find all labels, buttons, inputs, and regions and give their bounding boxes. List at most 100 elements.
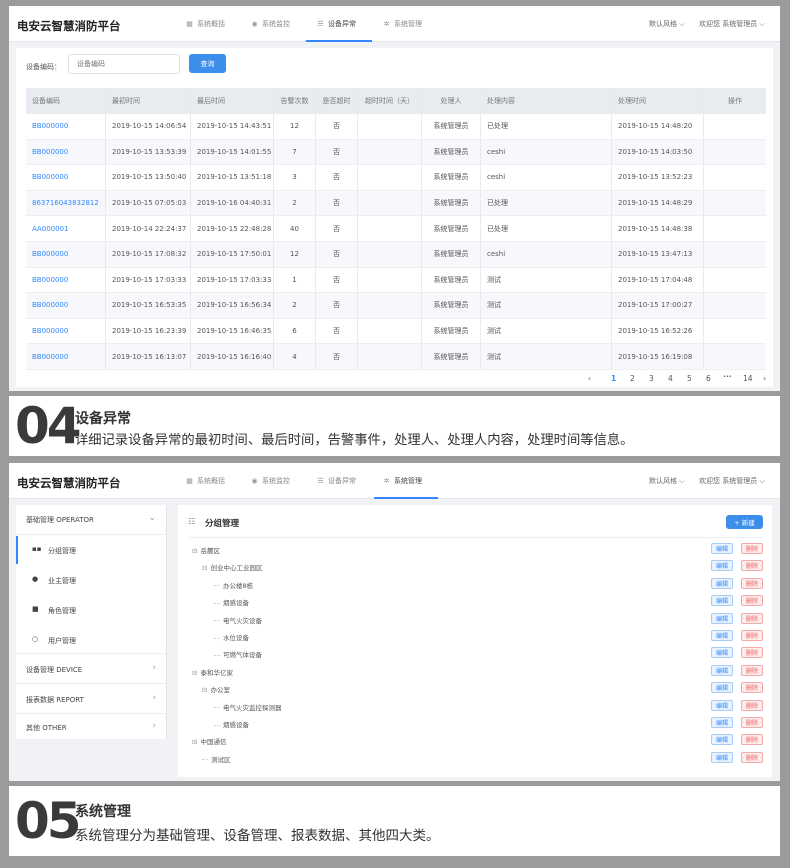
tree-node[interactable]: ⊟ 中国通信: [192, 736, 226, 746]
sidebar-group-device[interactable]: 设备管理 DEVICE ›: [16, 655, 166, 684]
edit-button[interactable]: 编辑: [711, 630, 733, 641]
device-code-link[interactable]: BB000000: [26, 165, 106, 190]
device-code-link[interactable]: BB000000: [26, 293, 106, 318]
edit-button[interactable]: 编辑: [711, 612, 733, 624]
next-page-button[interactable]: ›: [763, 374, 766, 383]
page-button[interactable]: 14: [743, 374, 753, 383]
tab-monitor[interactable]: ◉ 系统监控: [250, 476, 290, 486]
collapse-toggle-icon[interactable]: ⊟: [202, 564, 207, 572]
tab-system[interactable]: ✲ 系统管理: [382, 19, 422, 29]
tab-overview[interactable]: ▦ 系统概括: [185, 476, 225, 486]
edit-button[interactable]: 编辑: [711, 664, 733, 676]
style-dropdown[interactable]: 默认风格 ⌵: [649, 476, 685, 486]
sidebar-item-users[interactable]: ○ 用户管理: [16, 626, 166, 654]
device-code-link[interactable]: 863716043832812: [26, 190, 106, 216]
page-button[interactable]: 4: [668, 374, 673, 383]
tab-device-exception[interactable]: ☰ 设备异常: [316, 476, 356, 486]
collapse-toggle-icon[interactable]: ⊟: [192, 547, 197, 555]
delete-button[interactable]: 删除: [741, 751, 763, 763]
edit-button[interactable]: 编辑: [711, 734, 733, 746]
grid-icon: ▪▪: [32, 545, 42, 553]
tree-node[interactable]: ⊟ 岳麓区: [192, 545, 220, 555]
device-code-link[interactable]: BB000000: [26, 242, 106, 267]
column-header: 超时时间（天）: [358, 88, 422, 114]
tree-node[interactable]: ⊟ 泰和华亿家: [192, 667, 233, 677]
tree-node[interactable]: 电气火灾监控探测器: [214, 702, 282, 712]
edit-button[interactable]: 编辑: [711, 577, 733, 589]
table-cell: 2019-10-14 22:24:37: [106, 216, 191, 241]
page-button[interactable]: 3: [649, 374, 654, 383]
table-row: 863716043832812 2019-10-15 07:05:03 2019-1…: [26, 190, 766, 217]
prev-page-button[interactable]: ‹: [588, 374, 591, 383]
collapse-toggle-icon[interactable]: ⊟: [202, 686, 207, 694]
delete-button[interactable]: 删除: [741, 560, 763, 572]
delete-button[interactable]: 删除: [741, 699, 763, 711]
table-cell: 2019-10-15 16:53:35: [106, 293, 191, 318]
edit-button[interactable]: 编辑: [711, 682, 733, 694]
device-code-link[interactable]: BB000000: [26, 318, 106, 344]
tab-device-exception[interactable]: ☰ 设备异常: [316, 19, 356, 29]
page-button[interactable]: 6: [706, 374, 711, 383]
delete-button[interactable]: 删除: [741, 595, 763, 607]
collapse-toggle-icon[interactable]: ⊟: [192, 669, 197, 677]
page-button[interactable]: 2: [630, 374, 635, 383]
page-button[interactable]: 1: [611, 374, 616, 383]
tree-node[interactable]: 办公楼8栋: [214, 580, 253, 590]
edit-button[interactable]: 编辑: [711, 647, 733, 659]
tree-node[interactable]: 水位设备: [214, 632, 249, 642]
table-cell: 2019-10-15 17:04:48: [612, 267, 704, 293]
delete-button[interactable]: 删除: [741, 630, 763, 641]
delete-button[interactable]: 删除: [741, 734, 763, 746]
tree-node[interactable]: 测试区: [202, 754, 231, 764]
sidebar-group-operator[interactable]: 基础管理 OPERATOR ⌄: [16, 505, 166, 535]
tree-node[interactable]: ⊟ 办公室: [202, 684, 230, 694]
device-code-link[interactable]: BB000000: [26, 114, 106, 139]
sidebar-group-other[interactable]: 其他 OTHER ›: [16, 715, 166, 739]
page-button[interactable]: 5: [687, 374, 692, 383]
sidebar-item-roles[interactable]: ■ 角色管理: [16, 596, 166, 624]
tab-overview[interactable]: ▦ 系统概括: [185, 19, 225, 29]
tree-node[interactable]: 可燃气体设备: [214, 649, 262, 659]
tree-node[interactable]: 烟感设备: [214, 719, 249, 729]
table-row: BB000000 2019-10-15 17:03:33 2019-10-15 17…: [26, 267, 766, 294]
delete-button[interactable]: 删除: [741, 577, 763, 589]
tree-node[interactable]: ⊟ 创业中心工业园区: [202, 562, 262, 572]
delete-button[interactable]: 删除: [741, 543, 763, 554]
delete-button[interactable]: 删除: [741, 664, 763, 676]
delete-button[interactable]: 删除: [741, 647, 763, 659]
edit-button[interactable]: 编辑: [711, 543, 733, 554]
table-row: BB000000 2019-10-15 17:08:32 2019-10-15 17…: [26, 242, 766, 268]
edit-button[interactable]: 编辑: [711, 595, 733, 607]
device-code-link[interactable]: BB000000: [26, 139, 106, 165]
table-cell: [358, 165, 422, 190]
edit-button[interactable]: 编辑: [711, 699, 733, 711]
table-row: BB000000 2019-10-15 14:06:54 2019-10-15 14…: [26, 114, 766, 140]
search-button[interactable]: 查询: [189, 54, 226, 73]
delete-button[interactable]: 删除: [741, 717, 763, 728]
table-cell: 否: [316, 139, 358, 165]
tree-node[interactable]: 烟感设备: [214, 597, 249, 607]
device-code-link[interactable]: BB000000: [26, 344, 106, 369]
edit-button[interactable]: 编辑: [711, 560, 733, 572]
edit-button[interactable]: 编辑: [711, 717, 733, 728]
tab-monitor[interactable]: ◉ 系统监控: [250, 19, 290, 29]
user-menu[interactable]: 欢迎您 系统管理员 ⌵: [699, 19, 765, 29]
sidebar: 基础管理 OPERATOR ⌄ ▪▪ 分组管理 ● 业主管理 ■ 角色管理 ○ …: [16, 505, 167, 739]
search-input[interactable]: [68, 54, 180, 74]
tab-system[interactable]: ✲ 系统管理: [382, 476, 422, 486]
delete-button[interactable]: 删除: [741, 612, 763, 624]
edit-button[interactable]: 编辑: [711, 751, 733, 763]
device-code-link[interactable]: BB000000: [26, 267, 106, 293]
collapse-toggle-icon[interactable]: ⊟: [192, 738, 197, 746]
table-cell: [358, 344, 422, 369]
style-dropdown[interactable]: 默认风格 ⌵: [649, 19, 685, 29]
tree-node[interactable]: 电气火灾设备: [214, 615, 262, 625]
device-code-link[interactable]: AA000001: [26, 216, 106, 241]
table-cell: 4: [274, 344, 316, 369]
user-menu[interactable]: 欢迎您 系统管理员 ⌵: [699, 476, 765, 486]
sidebar-group-report[interactable]: 报表数据 REPORT ›: [16, 685, 166, 714]
sidebar-item-owners[interactable]: ● 业主管理: [16, 566, 166, 594]
table-cell: 2019-10-15 14:48:29: [612, 190, 704, 216]
sidebar-item-groups[interactable]: ▪▪ 分组管理: [16, 536, 166, 564]
delete-button[interactable]: 删除: [741, 682, 763, 694]
